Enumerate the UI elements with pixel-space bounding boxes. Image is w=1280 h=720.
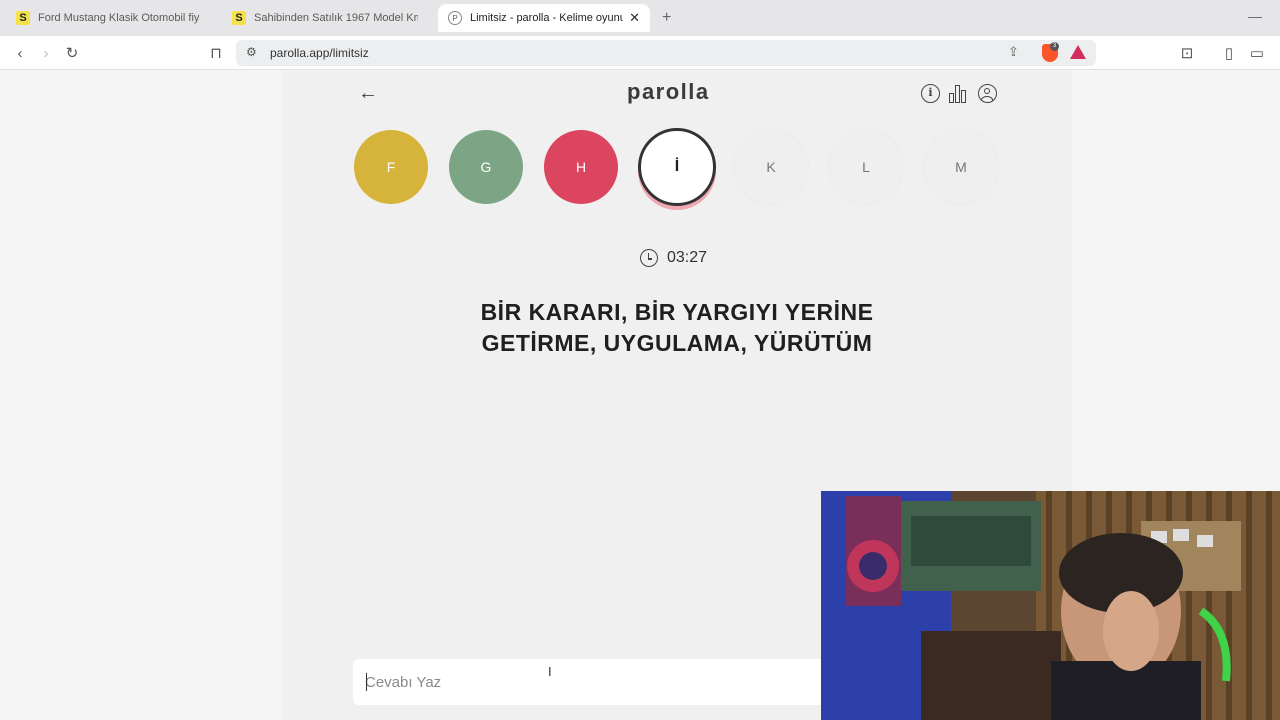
tab-title: Ford Mustang Klasik Otomobil fiyatla xyxy=(38,12,200,24)
letter-circle: H xyxy=(544,130,618,204)
letter-wheel: F G H İ K L M xyxy=(354,128,998,210)
letter-circle: L xyxy=(829,130,903,204)
browser-tab-strip: S Ford Mustang Klasik Otomobil fiyatla S… xyxy=(0,0,1280,36)
sahibinden-favicon-icon: S xyxy=(232,11,246,25)
bookmark-icon[interactable]: ⊓ xyxy=(207,44,225,62)
user-circle-icon[interactable] xyxy=(978,84,997,103)
text-cursor-icon: I xyxy=(548,664,552,679)
site-settings-icon[interactable]: ⚙ xyxy=(246,45,257,59)
question-text: BİR KARARI, BİR YARGIYI YERİNE GETİRME, … xyxy=(402,297,952,359)
share-icon[interactable]: ⇪ xyxy=(1008,44,1019,60)
brave-rewards-icon[interactable] xyxy=(1070,45,1086,59)
browser-tab-active[interactable]: P Limitsiz - parolla - Kelime oyunu ✕ xyxy=(438,4,650,32)
reload-icon[interactable]: ↻ xyxy=(63,44,81,62)
sidebar-toggle-icon[interactable]: ▯ xyxy=(1220,44,1238,62)
info-icon[interactable]: i xyxy=(921,84,940,103)
timer-value: 03:27 xyxy=(667,249,708,266)
reader-mode-icon[interactable]: ⊡ xyxy=(1178,44,1196,62)
shield-count-badge: 3 xyxy=(1050,42,1059,51)
tab-title: Sahibinden Satılık 1967 Model Km Fo xyxy=(254,12,418,24)
close-tab-icon[interactable]: ✕ xyxy=(629,10,640,26)
browser-tab[interactable]: S Sahibinden Satılık 1967 Model Km Fo xyxy=(222,4,428,32)
browser-tab[interactable]: S Ford Mustang Klasik Otomobil fiyatla xyxy=(6,4,210,32)
letter-circle: M xyxy=(924,130,998,204)
url-text[interactable]: parolla.app/limitsiz xyxy=(270,46,369,60)
bar-chart-icon[interactable] xyxy=(949,84,968,103)
back-nav-icon[interactable]: ‹ xyxy=(11,44,29,62)
countdown-timer: 03:27 xyxy=(640,247,707,269)
letter-circle-current: İ xyxy=(638,128,716,206)
clock-icon xyxy=(640,249,658,267)
webcam-overlay xyxy=(821,491,1280,720)
letter-circle: G xyxy=(449,130,523,204)
arrow-left-icon[interactable]: ← xyxy=(358,83,378,103)
forward-nav-icon[interactable]: › xyxy=(37,44,55,62)
tab-title: Limitsiz - parolla - Kelime oyunu xyxy=(470,12,624,24)
letter-circle: K xyxy=(734,130,808,204)
parolla-favicon-icon: P xyxy=(448,11,462,25)
browser-toolbar: ‹ › ↻ ⊓ ⚙ parolla.app/limitsiz ⇪ 3 ⊡ ▯ ▭ xyxy=(0,36,1280,70)
question-line: GETİRME, UYGULAMA, YÜRÜTÜM xyxy=(481,330,873,356)
wallet-icon[interactable]: ▭ xyxy=(1248,44,1266,62)
parolla-logo[interactable]: parolla xyxy=(627,79,710,105)
address-bar[interactable]: ⚙ parolla.app/limitsiz ⇪ 3 xyxy=(236,40,1096,66)
letter-circle: F xyxy=(354,130,428,204)
answer-input[interactable] xyxy=(365,671,765,693)
webcam-image xyxy=(821,491,1280,720)
minimize-window-icon[interactable]: — xyxy=(1248,8,1262,24)
text-caret xyxy=(366,673,367,691)
question-line: BİR KARARI, BİR YARGIYI YERİNE xyxy=(480,299,874,325)
new-tab-button[interactable]: + xyxy=(662,9,671,27)
sahibinden-favicon-icon: S xyxy=(16,11,30,25)
